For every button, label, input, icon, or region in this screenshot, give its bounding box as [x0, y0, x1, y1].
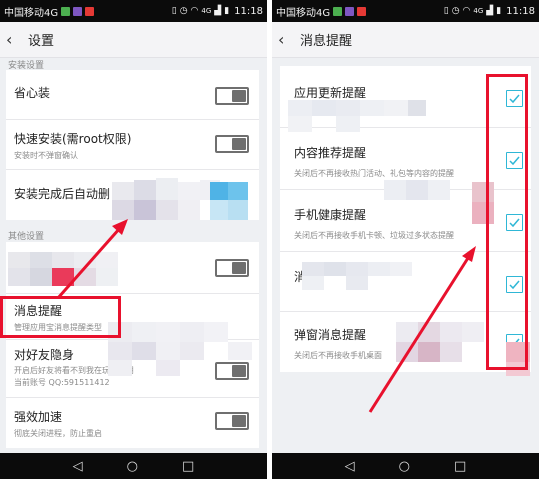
circle-home-icon[interactable]: ○ — [399, 460, 410, 473]
triangle-back-icon[interactable]: ◁ — [345, 460, 355, 473]
reminder-title: 弹窗消息提醒 — [294, 328, 367, 342]
notification-icon — [73, 6, 83, 16]
network-type: 4G — [201, 7, 212, 15]
message-reminder-screen: 中国移动4G ▯ ◷ ◠ 4G ▟ ▮ 11:18 ‹ 消息提醒 应用更新提醒 … — [272, 0, 539, 479]
back-arrow-icon[interactable]: ‹ — [6, 30, 22, 49]
vibrate-icon: ▯ — [171, 6, 177, 16]
circle-home-icon[interactable]: ○ — [127, 460, 138, 473]
carrier-label: 中国移动4G — [276, 7, 331, 19]
wifi-icon: ◠ — [462, 6, 471, 16]
alarm-icon: ◷ — [179, 6, 188, 16]
reminder-subtitle: 关闭后不再接收热门活动、礼包等内容的提醒 — [294, 169, 454, 178]
triangle-back-icon[interactable]: ◁ — [73, 460, 83, 473]
clock: 11:18 — [506, 5, 535, 17]
page-title: 设置 — [28, 34, 55, 49]
back-arrow-icon[interactable]: ‹ — [278, 30, 294, 49]
alarm-icon: ◷ — [451, 6, 460, 16]
setting-title: 安装完成后自动删 — [14, 187, 111, 201]
carrier-label: 中国移动4G — [4, 7, 59, 19]
reminder-subtitle: 关闭后不再接收手机桌面 — [294, 351, 382, 360]
wifi-icon: ◠ — [190, 6, 199, 16]
signal-icon: ▟ — [486, 6, 494, 16]
notification-icon — [61, 6, 71, 16]
app-bar: ‹ 消息提醒 — [272, 22, 539, 58]
toggle-switch[interactable] — [215, 259, 249, 277]
toggle-switch[interactable] — [215, 412, 249, 430]
setting-title: 强效加速 — [14, 410, 63, 424]
vibrate-icon: ▯ — [443, 6, 449, 16]
clock: 11:18 — [234, 5, 263, 17]
status-bar: 中国移动4G ▯ ◷ ◠ 4G ▟ ▮ 11:18 — [0, 0, 267, 22]
reminder-title: 内容推荐提醒 — [294, 146, 367, 160]
mosaic-blur — [288, 100, 438, 134]
notification-icon — [357, 6, 367, 16]
square-recent-icon[interactable]: □ — [454, 460, 466, 473]
signal-icon: ▟ — [214, 6, 222, 16]
square-recent-icon[interactable]: □ — [182, 460, 194, 473]
nav-bar: ◁ ○ □ — [0, 453, 267, 479]
setting-subtitle: 彻底关闭进程，防止重启 — [14, 429, 102, 438]
highlight-box — [486, 74, 528, 370]
setting-title: 省心装 — [14, 86, 51, 100]
settings-screen: 中国移动4G ▯ ◷ ◠ 4G ▟ ▮ 11:18 ‹ 设置 安装设置 省心装 … — [0, 0, 267, 479]
notification-icon — [333, 6, 343, 16]
setting-subtitle: 安装时不弹窗确认 — [14, 151, 78, 160]
mosaic-blur — [302, 262, 422, 292]
setting-title: 快速安装(需root权限) — [14, 132, 132, 146]
network-type: 4G — [473, 7, 484, 15]
setting-row-quick-install[interactable]: 快速安装(需root权限) 安装时不弹窗确认 — [6, 120, 259, 170]
reminder-title: 应用更新提醒 — [294, 86, 367, 100]
battery-icon: ▮ — [496, 6, 502, 16]
reminder-title: 手机健康提醒 — [294, 208, 367, 222]
mosaic-blur — [112, 178, 262, 222]
reminder-subtitle: 关闭后不再接收手机卡顿、垃圾过多状态提醒 — [294, 231, 454, 240]
setting-row-boost[interactable]: 强效加速 彻底关闭进程，防止重启 — [6, 398, 259, 448]
app-bar: ‹ 设置 — [0, 22, 267, 58]
notification-icon — [345, 6, 355, 16]
account-label: 当前账号 QQ:591511412 — [14, 378, 110, 387]
toggle-switch[interactable] — [215, 135, 249, 153]
setting-title: 对好友隐身 — [14, 348, 75, 362]
page-title: 消息提醒 — [300, 34, 353, 49]
nav-bar: ◁ ○ □ — [272, 453, 539, 479]
section-other-label: 其他设置 — [8, 232, 45, 242]
mosaic-blur — [384, 180, 494, 230]
mosaic-blur — [8, 252, 158, 288]
status-bar: 中国移动4G ▯ ◷ ◠ 4G ▟ ▮ 11:18 — [272, 0, 539, 22]
mosaic-blur — [108, 322, 267, 378]
toggle-switch[interactable] — [215, 87, 249, 105]
highlight-box — [0, 296, 121, 338]
setting-row-worry-free[interactable]: 省心装 — [6, 70, 259, 120]
battery-icon: ▮ — [224, 6, 230, 16]
notification-icon — [85, 6, 95, 16]
